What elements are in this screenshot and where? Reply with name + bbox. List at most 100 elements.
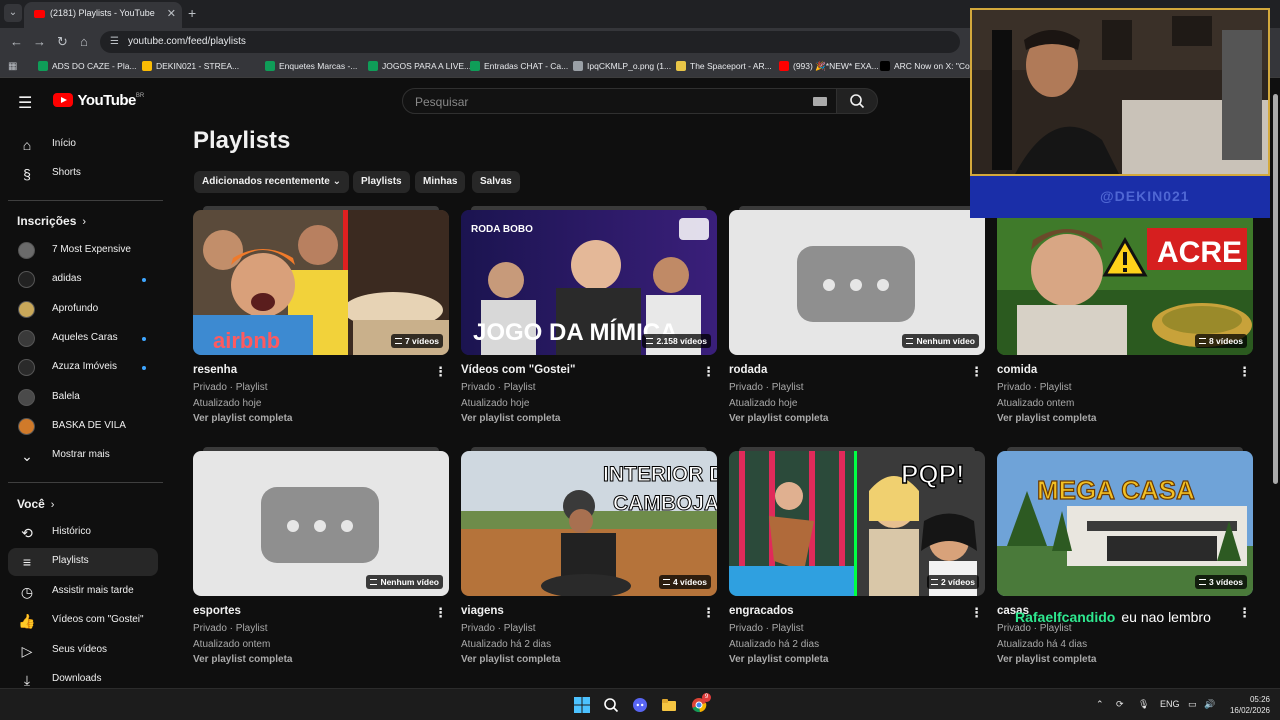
search-input[interactable]: Pesquisar bbox=[402, 88, 838, 114]
taskbar-search-icon[interactable] bbox=[603, 697, 619, 713]
sidebar-item-history[interactable]: ⟲ Histórico bbox=[8, 519, 158, 547]
forward-icon[interactable]: → bbox=[33, 34, 46, 49]
playlist-icon bbox=[906, 338, 914, 344]
playlist-title[interactable]: resenha bbox=[193, 364, 237, 376]
discord-icon[interactable] bbox=[632, 697, 648, 713]
home-browser-icon[interactable]: ⌂ bbox=[80, 34, 88, 49]
microphone-icon[interactable]: 🎙 bbox=[1138, 699, 1149, 710]
show-hidden-icons-icon[interactable]: ⌃ bbox=[1096, 699, 1104, 710]
sidebar-item-like[interactable]: 👍 Vídeos com "Gostei" bbox=[8, 607, 158, 635]
bookmark-item[interactable]: IpqCKMLP_o.png (1... bbox=[573, 61, 671, 71]
apps-grid-icon[interactable]: ▦ bbox=[8, 61, 17, 72]
playlist-title[interactable]: rodada bbox=[729, 364, 767, 376]
playlist-updated: Atualizado ontem bbox=[997, 398, 1075, 409]
playlist-card[interactable]: RODA BOBO JOGO DA MÍMICA 2.158 vídeos Vídeo… bbox=[461, 206, 717, 430]
more-actions-icon[interactable]: ⋮ bbox=[1238, 364, 1251, 380]
close-tab-icon[interactable]: ✕ bbox=[167, 7, 176, 20]
bookmark-item[interactable]: ARC Now on X: "Co... bbox=[880, 61, 977, 71]
playlist-title[interactable]: comida bbox=[997, 364, 1037, 376]
more-actions-icon[interactable]: ⋮ bbox=[434, 364, 447, 380]
view-full-playlist-link[interactable]: Ver playlist completa bbox=[193, 413, 293, 424]
playlist-thumbnail[interactable]: ACRE 8 vídeos bbox=[997, 210, 1253, 355]
filter-chip[interactable]: Playlists bbox=[353, 171, 410, 193]
subscription-item[interactable]: adidas bbox=[8, 266, 158, 294]
filter-chip[interactable]: Adicionados recentemente ⌄ bbox=[194, 171, 349, 193]
playlist-title[interactable]: viagens bbox=[461, 605, 504, 617]
view-full-playlist-link[interactable]: Ver playlist completa bbox=[997, 654, 1097, 665]
site-info-icon[interactable]: ☰ bbox=[110, 36, 119, 47]
filter-chip[interactable]: Minhas bbox=[415, 171, 466, 193]
search-button[interactable] bbox=[836, 88, 878, 114]
youtube-logo[interactable]: YouTubeBR bbox=[53, 92, 144, 110]
sidebar-item-your-videos[interactable]: ▷ Seus vídeos bbox=[8, 637, 158, 665]
more-actions-icon[interactable]: ⋮ bbox=[702, 605, 715, 621]
windows-start-icon[interactable] bbox=[574, 697, 590, 713]
file-explorer-icon[interactable] bbox=[661, 697, 677, 713]
playlist-title[interactable]: Vídeos com "Gostei" bbox=[461, 364, 575, 376]
bookmark-item[interactable]: (993) 🎉*NEW* EXA... bbox=[779, 61, 879, 72]
playlist-thumbnail[interactable]: INTERIOR DO CAMBOJA 4 vídeos bbox=[461, 451, 717, 596]
system-clock[interactable]: 05:26 16/02/2026 bbox=[1220, 694, 1270, 716]
network-icon[interactable]: ▭ bbox=[1188, 699, 1197, 710]
view-full-playlist-link[interactable]: Ver playlist completa bbox=[193, 654, 293, 665]
bookmark-item[interactable]: Entradas CHAT - Ca... bbox=[470, 61, 568, 71]
new-tab-icon[interactable]: + bbox=[188, 5, 196, 21]
view-full-playlist-link[interactable]: Ver playlist completa bbox=[461, 413, 561, 424]
playlist-thumbnail[interactable]: airbnb 7 vídeos bbox=[193, 210, 449, 355]
subscription-item[interactable]: Aprofundo bbox=[8, 296, 158, 324]
playlist-title[interactable]: esportes bbox=[193, 605, 241, 617]
bookmark-item[interactable]: ADS DO CAZE - Pla... bbox=[38, 61, 137, 71]
subscription-item[interactable]: BASKA DE VILA bbox=[8, 413, 158, 441]
address-bar[interactable]: ☰ youtube.com/feed/playlists bbox=[100, 31, 960, 53]
bookmark-item[interactable]: The Spaceport - AR... bbox=[676, 61, 772, 71]
view-full-playlist-link[interactable]: Ver playlist completa bbox=[729, 654, 829, 665]
channel-avatar bbox=[18, 300, 35, 318]
keyboard-icon[interactable] bbox=[813, 97, 827, 106]
playlist-card[interactable]: MEGA CASA 3 vídeos casas ⋮ Privado · Playlis… bbox=[997, 447, 1253, 671]
tab-search-icon[interactable]: ⌄ bbox=[4, 4, 22, 22]
scrollbar-thumb[interactable] bbox=[1273, 94, 1278, 484]
more-actions-icon[interactable]: ⋮ bbox=[970, 605, 983, 621]
more-actions-icon[interactable]: ⋮ bbox=[434, 605, 447, 621]
back-icon[interactable]: ← bbox=[10, 34, 23, 49]
playlist-thumbnail[interactable]: RODA BOBO JOGO DA MÍMICA 2.158 vídeos bbox=[461, 210, 717, 355]
volume-icon[interactable]: 🔊 bbox=[1204, 699, 1215, 710]
playlist-card[interactable]: airbnb 7 vídeos resenha ⋮ Privado · Playlist… bbox=[193, 206, 449, 430]
you-heading[interactable]: Você › bbox=[17, 497, 54, 511]
sidebar-item-playlists[interactable]: ≡ Playlists bbox=[8, 548, 158, 577]
more-actions-icon[interactable]: ⋮ bbox=[970, 364, 983, 380]
menu-icon[interactable]: ☰ bbox=[18, 93, 32, 113]
bookmark-item[interactable]: DEKIN021 - STREA... bbox=[142, 61, 239, 71]
playlist-thumbnail[interactable]: PQP! 2 vídeos bbox=[729, 451, 985, 596]
subscription-item[interactable]: Azuza Imóveis bbox=[8, 354, 158, 382]
playlist-thumbnail[interactable]: Nenhum vídeo bbox=[729, 210, 985, 355]
sidebar-item-home[interactable]: ⌂ Início bbox=[8, 131, 158, 159]
playlist-thumbnail[interactable]: Nenhum vídeo bbox=[193, 451, 449, 596]
sidebar-item-watch-later[interactable]: ◷ Assistir mais tarde bbox=[8, 578, 158, 606]
view-full-playlist-link[interactable]: Ver playlist completa bbox=[461, 654, 561, 665]
reload-icon[interactable]: ↻ bbox=[57, 34, 68, 50]
browser-tab[interactable]: (2181) Playlists - YouTube ✕ bbox=[24, 2, 182, 28]
subscriptions-heading[interactable]: Inscrições › bbox=[17, 214, 86, 228]
language-indicator[interactable]: ENG bbox=[1160, 699, 1180, 709]
sync-icon[interactable]: ⟳ bbox=[1116, 699, 1124, 710]
playlist-card[interactable]: PQP! 2 vídeos engracados ⋮ Privado · Playlis… bbox=[729, 447, 985, 671]
more-actions-icon[interactable]: ⋮ bbox=[1238, 605, 1251, 621]
bookmark-item[interactable]: JOGOS PARA A LIVE... bbox=[368, 61, 471, 71]
more-actions-icon[interactable]: ⋮ bbox=[702, 364, 715, 380]
subscription-item[interactable]: Aqueles Caras bbox=[8, 325, 158, 353]
subscription-item[interactable]: 7 Most Expensive bbox=[8, 237, 158, 265]
bookmark-item[interactable]: Enquetes Marcas -... bbox=[265, 61, 357, 71]
playlist-card[interactable]: Nenhum vídeo esportes ⋮ Privado · Playlist A… bbox=[193, 447, 449, 671]
view-full-playlist-link[interactable]: Ver playlist completa bbox=[729, 413, 829, 424]
view-full-playlist-link[interactable]: Ver playlist completa bbox=[997, 413, 1097, 424]
playlist-card[interactable]: ACRE 8 vídeos comida ⋮ Privado · Playlist Atu… bbox=[997, 206, 1253, 430]
show-more-button[interactable]: ⌄ Mostrar mais bbox=[8, 442, 158, 470]
playlist-title[interactable]: engracados bbox=[729, 605, 794, 617]
subscription-item[interactable]: Balela bbox=[8, 384, 158, 412]
playlist-card[interactable]: INTERIOR DO CAMBOJA 4 vídeos viagens ⋮ Privad… bbox=[461, 447, 717, 671]
sidebar-item-shorts[interactable]: § Shorts bbox=[8, 160, 158, 188]
playlist-card[interactable]: Nenhum vídeo rodada ⋮ Privado · Playlist Atu… bbox=[729, 206, 985, 430]
filter-chip[interactable]: Salvas bbox=[472, 171, 520, 193]
playlist-thumbnail[interactable]: MEGA CASA 3 vídeos bbox=[997, 451, 1253, 596]
